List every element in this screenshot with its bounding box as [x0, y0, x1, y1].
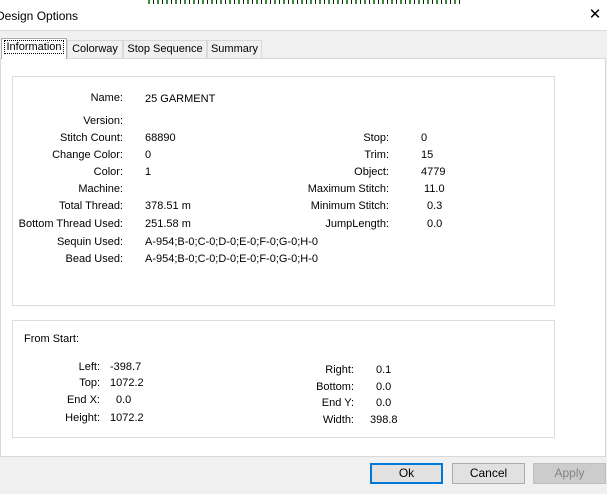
- color-value: 1: [145, 166, 152, 178]
- bottom-thread-value: 251.58 m: [145, 218, 191, 230]
- trim-label: Trim:: [364, 149, 389, 161]
- sequin-used-value: A-954;B-0;C-0;D-0;E-0;F-0;G-0;H-0: [145, 236, 318, 248]
- color-label: Color:: [93, 166, 123, 178]
- end-x-label: End X:: [66, 394, 100, 406]
- close-icon[interactable]: ✕: [587, 6, 603, 24]
- minimum-stitch-label: Minimum Stitch:: [310, 200, 389, 212]
- left-value: -398.7: [110, 361, 142, 373]
- title-bar: Design Options ✕: [0, 0, 607, 30]
- ok-button[interactable]: Ok: [370, 463, 443, 484]
- top-label: Top:: [79, 377, 100, 389]
- change-color-label: Change Color:: [52, 149, 123, 161]
- cancel-button[interactable]: Cancel: [452, 463, 525, 484]
- name-value: 25 GARMENT: [145, 93, 216, 105]
- stop-label: Stop:: [363, 132, 389, 144]
- window-title: Design Options: [0, 9, 79, 23]
- sequin-used-label: Sequin Used:: [56, 236, 123, 248]
- dialog-client: Information Colorway Stop Sequence Summa…: [0, 30, 607, 494]
- object-value: 4779: [421, 166, 446, 178]
- stop-value: 0: [421, 132, 428, 144]
- tab-stop-sequence[interactable]: Stop Sequence: [123, 40, 207, 58]
- stitch-count-value: 68890: [145, 132, 176, 144]
- version-label: Version:: [83, 115, 123, 127]
- name-label: Name:: [90, 92, 123, 104]
- right-label: Right:: [325, 364, 354, 376]
- end-y-value: 0.0: [376, 397, 392, 409]
- total-thread-label: Total Thread:: [58, 200, 123, 212]
- trim-value: 15: [421, 149, 434, 161]
- top-value: 1072.2: [110, 377, 144, 389]
- design-info-group: Name: 25 GARMENT Version: Stitch Count: …: [12, 76, 555, 306]
- total-thread-value: 378.51 m: [145, 200, 191, 212]
- minimum-stitch-value: 0.3: [427, 200, 443, 212]
- right-value: 0.1: [376, 364, 392, 376]
- width-value: 398.8: [370, 414, 398, 426]
- background-window-strip: [148, 0, 460, 4]
- bead-used-value: A-954;B-0;C-0;D-0;E-0;F-0;G-0;H-0: [145, 253, 318, 265]
- maximum-stitch-value: 11.0: [424, 183, 445, 195]
- jump-length-label: JumpLength:: [325, 218, 389, 230]
- bottom-label: Bottom:: [316, 381, 354, 393]
- end-y-label: End Y:: [321, 397, 354, 409]
- object-label: Object:: [354, 166, 389, 178]
- information-tab-page: Name: 25 GARMENT Version: Stitch Count: …: [0, 58, 606, 457]
- button-bar: Ok Cancel Apply: [0, 458, 607, 494]
- height-value: 1072.2: [110, 412, 144, 424]
- maximum-stitch-label: Maximum Stitch:: [307, 183, 389, 195]
- bottom-thread-label: Bottom Thread Used:: [18, 218, 123, 230]
- left-label: Left:: [78, 361, 100, 373]
- end-x-value: 0.0: [116, 394, 132, 406]
- apply-button[interactable]: Apply: [533, 463, 606, 484]
- tab-information-label: Information: [4, 40, 64, 54]
- tab-information[interactable]: Information: [1, 38, 67, 59]
- bottom-value: 0.0: [376, 381, 392, 393]
- bead-used-label: Bead Used:: [65, 253, 123, 265]
- jump-length-value: 0.0: [427, 218, 443, 230]
- width-label: Width:: [322, 414, 354, 426]
- machine-label: Machine:: [78, 183, 123, 195]
- from-start-group: From Start: Left: -398.7 Top: 1072.2 End…: [12, 320, 555, 438]
- change-color-value: 0: [145, 149, 152, 161]
- tab-colorway[interactable]: Colorway: [67, 40, 123, 58]
- stitch-count-label: Stitch Count:: [60, 132, 123, 144]
- from-start-heading: From Start:: [24, 333, 80, 345]
- height-label: Height:: [65, 412, 100, 424]
- tab-summary[interactable]: Summary: [207, 40, 262, 58]
